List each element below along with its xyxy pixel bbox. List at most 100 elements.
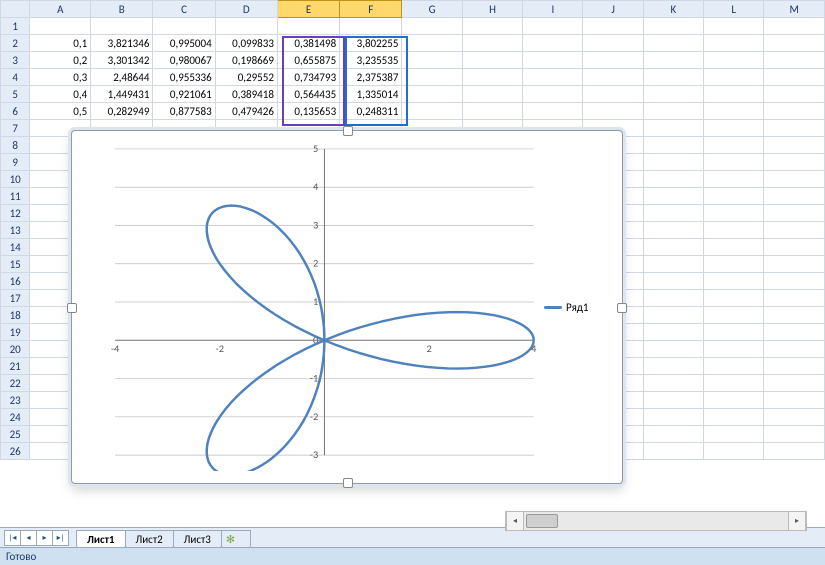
cell-K19[interactable] (643, 324, 703, 341)
cell-D2[interactable]: 0,099833 (215, 35, 277, 52)
resize-handle-s[interactable] (343, 478, 353, 488)
cell-L25[interactable] (704, 426, 764, 443)
cell-K24[interactable] (643, 409, 703, 426)
row-header-26[interactable]: 26 (1, 443, 30, 460)
cell-M8[interactable] (764, 137, 825, 154)
cell-L6[interactable] (704, 103, 764, 120)
cell-L21[interactable] (704, 358, 764, 375)
chart-legend[interactable]: Ряд1 (544, 139, 614, 475)
cell-L11[interactable] (704, 188, 764, 205)
cell-D6[interactable]: 0,479426 (215, 103, 277, 120)
row-header-13[interactable]: 13 (1, 222, 30, 239)
cell-L4[interactable] (704, 69, 764, 86)
cell-A1[interactable] (30, 18, 91, 35)
cell-I1[interactable] (523, 18, 583, 35)
cell-D5[interactable]: 0,389418 (215, 86, 277, 103)
cell-K15[interactable] (643, 256, 703, 273)
column-header-B[interactable]: B (91, 1, 153, 18)
cell-B2[interactable]: 3,821346 (91, 35, 153, 52)
column-header-C[interactable]: C (153, 1, 215, 18)
column-header-M[interactable]: M (764, 1, 825, 18)
cell-M24[interactable] (764, 409, 825, 426)
column-header-G[interactable]: G (402, 1, 462, 18)
cell-K26[interactable] (643, 443, 703, 460)
cell-M15[interactable] (764, 256, 825, 273)
cell-M17[interactable] (764, 290, 825, 307)
cell-J4[interactable] (583, 69, 643, 86)
cell-J5[interactable] (583, 86, 643, 103)
cell-E5[interactable]: 0,564435 (277, 86, 339, 103)
sheet-tab-2[interactable]: Лист2 (125, 530, 174, 548)
cell-L24[interactable] (704, 409, 764, 426)
cell-A5[interactable]: 0,4 (30, 86, 91, 103)
cell-K12[interactable] (643, 205, 703, 222)
cell-M25[interactable] (764, 426, 825, 443)
column-header-L[interactable]: L (704, 1, 764, 18)
new-sheet-button[interactable]: ✻ (221, 530, 251, 548)
row-header-20[interactable]: 20 (1, 341, 30, 358)
cell-M3[interactable] (764, 52, 825, 69)
cell-K5[interactable] (643, 86, 703, 103)
sheet-tab-3[interactable]: Лист3 (173, 530, 222, 548)
resize-handle-w[interactable] (67, 303, 77, 313)
cell-H1[interactable] (462, 18, 522, 35)
cell-L3[interactable] (704, 52, 764, 69)
cell-I6[interactable] (523, 103, 583, 120)
scroll-thumb[interactable] (526, 514, 558, 528)
cell-I4[interactable] (523, 69, 583, 86)
cell-L13[interactable] (704, 222, 764, 239)
cell-E1[interactable] (277, 18, 339, 35)
horizontal-scrollbar[interactable]: ◂ ▸ (505, 511, 807, 531)
cell-F3[interactable]: 3,235535 (340, 52, 402, 69)
cell-G3[interactable] (402, 52, 462, 69)
row-header-16[interactable]: 16 (1, 273, 30, 290)
cell-L1[interactable] (704, 18, 764, 35)
cell-G2[interactable] (402, 35, 462, 52)
cell-M18[interactable] (764, 307, 825, 324)
cell-J1[interactable] (583, 18, 643, 35)
cell-L15[interactable] (704, 256, 764, 273)
cell-K1[interactable] (643, 18, 703, 35)
cell-K14[interactable] (643, 239, 703, 256)
cell-J6[interactable] (583, 103, 643, 120)
column-header-D[interactable]: D (215, 1, 277, 18)
cell-L26[interactable] (704, 443, 764, 460)
cell-B6[interactable]: 0,282949 (91, 103, 153, 120)
cell-M4[interactable] (764, 69, 825, 86)
cell-E6[interactable]: 0,135653 (277, 103, 339, 120)
cell-K7[interactable] (643, 120, 703, 137)
cell-E4[interactable]: 0,734793 (277, 69, 339, 86)
embedded-chart[interactable]: -3-2-1012345-4-224 Ряд1 (71, 130, 623, 484)
row-header-12[interactable]: 12 (1, 205, 30, 222)
column-header-A[interactable]: A (30, 1, 91, 18)
cell-I5[interactable] (523, 86, 583, 103)
row-header-3[interactable]: 3 (1, 52, 30, 69)
cell-M10[interactable] (764, 171, 825, 188)
cell-C3[interactable]: 0,980067 (153, 52, 215, 69)
cell-K11[interactable] (643, 188, 703, 205)
resize-handle-e[interactable] (617, 303, 627, 313)
row-header-23[interactable]: 23 (1, 392, 30, 409)
cell-L10[interactable] (704, 171, 764, 188)
scroll-right-arrow[interactable]: ▸ (788, 511, 806, 531)
row-header-19[interactable]: 19 (1, 324, 30, 341)
cell-L12[interactable] (704, 205, 764, 222)
cell-C1[interactable] (153, 18, 215, 35)
tab-nav-next[interactable]: ▸ (36, 530, 53, 546)
cell-M12[interactable] (764, 205, 825, 222)
cell-B1[interactable] (91, 18, 153, 35)
cell-E2[interactable]: 0,381498 (277, 35, 339, 52)
cell-G1[interactable] (402, 18, 462, 35)
cell-D1[interactable] (215, 18, 277, 35)
row-header-7[interactable]: 7 (1, 120, 30, 137)
cell-C5[interactable]: 0,921061 (153, 86, 215, 103)
cell-M13[interactable] (764, 222, 825, 239)
cell-J3[interactable] (583, 52, 643, 69)
row-header-18[interactable]: 18 (1, 307, 30, 324)
column-header-I[interactable]: I (523, 1, 583, 18)
cell-K25[interactable] (643, 426, 703, 443)
cell-H6[interactable] (462, 103, 522, 120)
cell-M7[interactable] (764, 120, 825, 137)
cell-I3[interactable] (523, 52, 583, 69)
cell-M19[interactable] (764, 324, 825, 341)
